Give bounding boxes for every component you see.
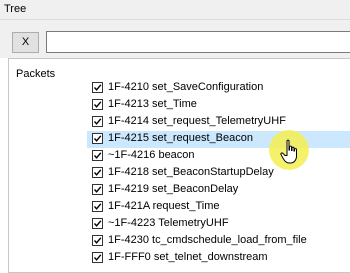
checkmark-icon — [93, 169, 102, 176]
checkmark-icon — [93, 152, 102, 159]
tree-item-label: 1F-4213 set_Time — [108, 98, 197, 110]
tree-item[interactable]: 1F-4210 set_SaveConfiguration — [87, 80, 350, 97]
checkmark-icon — [93, 220, 102, 227]
clear-filter-button[interactable]: X — [12, 32, 39, 53]
tree-item-checkbox[interactable] — [92, 133, 103, 144]
checkmark-icon — [93, 135, 102, 142]
tree-item[interactable]: 1F-4214 set_request_TelemetryUHF — [87, 114, 350, 131]
tree-item[interactable]: ~1F-4223 TelemetryUHF — [87, 216, 350, 233]
filter-bar: X — [0, 20, 350, 58]
tree-item-label: 1F-4230 tc_cmdschedule_load_from_file — [108, 234, 307, 246]
tree-item-label: 1F-4218 set_BeaconStartupDelay — [108, 166, 274, 178]
tree-item[interactable]: ~1F-4216 beacon — [87, 148, 350, 165]
tree-item[interactable]: 1F-421A request_Time — [87, 199, 350, 216]
tree-item-label: 1F-4214 set_request_TelemetryUHF — [108, 115, 286, 127]
checkmark-icon — [93, 237, 102, 244]
tree-item[interactable]: 1F-4219 set_BeaconDelay — [87, 182, 350, 199]
tree-item[interactable]: 1F-4213 set_Time — [87, 97, 350, 114]
tree-item-checkbox[interactable] — [92, 252, 103, 263]
checkmark-icon — [93, 186, 102, 193]
tree-item-checkbox[interactable] — [92, 201, 103, 212]
filter-input[interactable] — [46, 31, 350, 53]
tree-item[interactable]: 1F-4215 set_request_Beacon — [87, 131, 350, 148]
panel-titlebar: Tree — [0, 0, 350, 20]
tree-item-checkbox[interactable] — [92, 116, 103, 127]
tree-item[interactable]: 1F-4230 tc_cmdschedule_load_from_file — [87, 233, 350, 250]
checkmark-icon — [93, 118, 102, 125]
tree-item-label: 1F-4210 set_SaveConfiguration — [108, 81, 264, 93]
panel-title: Tree — [4, 3, 27, 15]
tree-item-label: 1F-421A request_Time — [108, 200, 220, 212]
checkmark-icon — [93, 101, 102, 108]
tree-item-label: 1F-4215 set_request_Beacon — [108, 132, 253, 144]
hand-pointer-icon — [280, 139, 297, 164]
tree-item-label: 1F-FFF0 set_telnet_downstream — [108, 251, 268, 263]
tree-item[interactable]: 1F-FFF0 set_telnet_downstream — [87, 250, 350, 267]
tree-item-checkbox[interactable] — [92, 184, 103, 195]
tree-item-label: ~1F-4216 beacon — [108, 149, 195, 161]
checkmark-icon — [93, 203, 102, 210]
tree-item-checkbox[interactable] — [92, 167, 103, 178]
tree-item-label: ~1F-4223 TelemetryUHF — [108, 217, 229, 229]
tree-item-checkbox[interactable] — [92, 235, 103, 246]
tree-item-checkbox[interactable] — [92, 99, 103, 110]
tree-item-checkbox[interactable] — [92, 82, 103, 93]
tree-item-checkbox[interactable] — [92, 218, 103, 229]
tree-root-label: Packets — [16, 68, 56, 80]
tree-item-label: 1F-4219 set_BeaconDelay — [108, 183, 239, 195]
tree-item[interactable]: 1F-4218 set_BeaconStartupDelay — [87, 165, 350, 182]
checkmark-icon — [93, 84, 102, 91]
checkmark-icon — [93, 254, 102, 261]
tree-item-checkbox[interactable] — [92, 150, 103, 161]
